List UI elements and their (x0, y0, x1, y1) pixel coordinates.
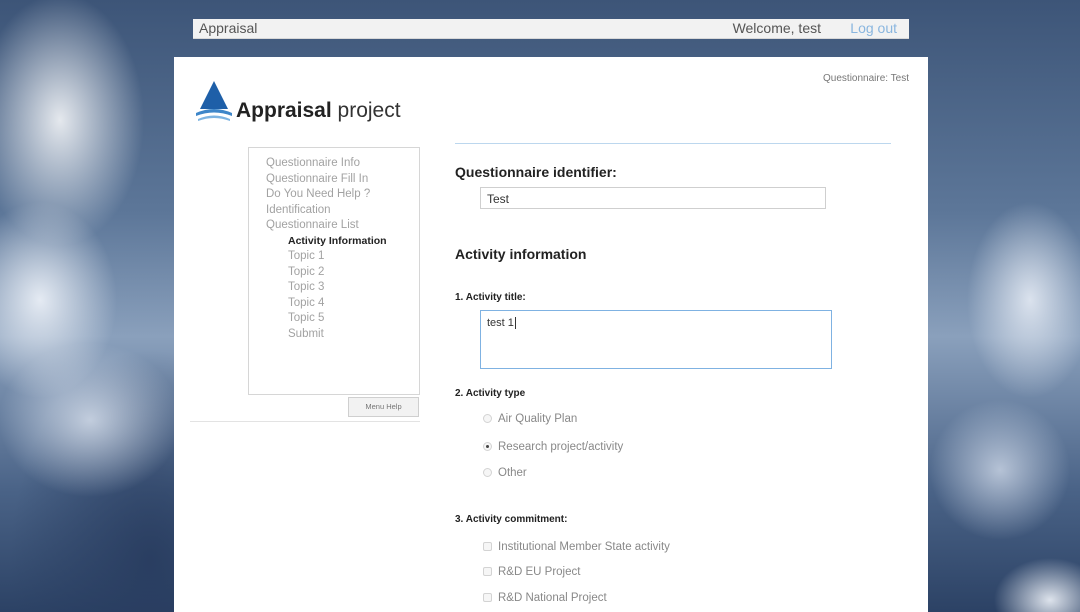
welcome-text: Welcome, test (732, 20, 821, 36)
option-label: R&D EU Project (498, 566, 581, 578)
menu-item-questionnaire-info[interactable]: Questionnaire Info (249, 156, 419, 172)
menu-item-topic-3[interactable]: Topic 3 (249, 280, 419, 296)
type-option-other[interactable]: Other (483, 467, 527, 479)
appraisal-logo-icon (196, 81, 232, 121)
main-panel: Questionnaire: Test Appraisal project Qu… (174, 57, 928, 612)
menu-item-topic-4[interactable]: Topic 4 (249, 296, 419, 312)
section-heading: Activity information (455, 246, 587, 262)
commitment-option-eu-project[interactable]: R&D EU Project (483, 566, 580, 578)
logout-link[interactable]: Log out (850, 19, 897, 38)
radio-icon[interactable] (483, 468, 492, 478)
activity-title-label: 1. Activity title: (455, 292, 526, 303)
activity-title-input[interactable]: test 1 (480, 310, 832, 369)
type-option-research[interactable]: Research project/activity (483, 441, 623, 453)
activity-title-value: test 1 (487, 317, 514, 329)
menu-item-topic-2[interactable]: Topic 2 (249, 265, 419, 281)
option-label: R&D National Project (498, 592, 607, 604)
menu-help-button[interactable]: Menu Help (348, 397, 419, 417)
radio-selected-icon[interactable] (483, 442, 492, 452)
menu-item-topic-1[interactable]: Topic 1 (249, 249, 419, 265)
option-label: Institutional Member State activity (498, 541, 670, 553)
checkbox-icon[interactable] (483, 542, 492, 552)
brand-rest: project (331, 99, 401, 122)
radio-icon[interactable] (483, 414, 492, 424)
menu-item-questionnaire-fill-in[interactable]: Questionnaire Fill In (249, 172, 419, 188)
menu-item-topic-5[interactable]: Topic 5 (249, 311, 419, 327)
brand-bold: Appraisal (236, 99, 332, 122)
option-label: Other (498, 467, 527, 479)
activity-type-label: 2. Activity type (455, 388, 526, 399)
checkbox-icon[interactable] (483, 593, 492, 603)
commitment-option-national-project[interactable]: R&D National Project (483, 592, 607, 604)
content-divider (455, 143, 891, 144)
commitment-option-member-state[interactable]: Institutional Member State activity (483, 541, 670, 553)
brand-title: Appraisal project (236, 99, 401, 123)
questionnaire-label: Questionnaire: Test (823, 73, 909, 84)
identifier-input[interactable]: Test (480, 187, 826, 209)
activity-commitment-label: 3. Activity commitment: (455, 514, 568, 525)
menu-divider (190, 421, 420, 422)
option-label: Research project/activity (498, 441, 624, 453)
type-option-air-quality-plan[interactable]: Air Quality Plan (483, 413, 577, 425)
checkbox-icon[interactable] (483, 567, 492, 577)
side-menu: Questionnaire Info Questionnaire Fill In… (248, 147, 420, 395)
identifier-heading: Questionnaire identifier: (455, 164, 617, 180)
menu-item-activity-information[interactable]: Activity Information (249, 234, 419, 250)
menu-item-identification[interactable]: Identification (249, 203, 419, 219)
menu-item-submit[interactable]: Submit (249, 327, 419, 343)
option-label: Air Quality Plan (498, 413, 578, 425)
app-name: Appraisal (199, 20, 258, 36)
text-caret (514, 317, 516, 330)
top-bar: Appraisal Welcome, test Log out (193, 19, 909, 39)
menu-item-questionnaire-list[interactable]: Questionnaire List (249, 218, 419, 234)
menu-item-need-help[interactable]: Do You Need Help ? (249, 187, 419, 203)
